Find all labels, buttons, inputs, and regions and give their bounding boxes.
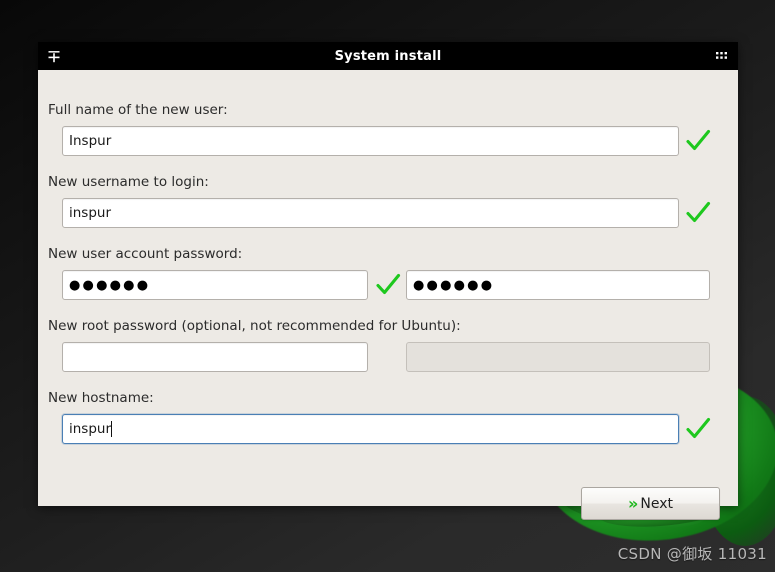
window-menu-icon[interactable] bbox=[42, 42, 66, 70]
input-full-name[interactable]: Inspur bbox=[62, 126, 679, 156]
text-caret bbox=[111, 421, 113, 437]
green-check-icon-user-password bbox=[375, 272, 401, 298]
label-root-password: New root password (optional, not recomme… bbox=[48, 318, 461, 334]
green-check-icon-new-username bbox=[685, 200, 711, 226]
input-full-name-value: Inspur bbox=[69, 133, 112, 149]
dialog-body: Full name of the new user: Inspur New us… bbox=[38, 70, 738, 520]
watermark-text: CSDN @御坂 11031 bbox=[617, 545, 767, 563]
input-root-password-confirm[interactable] bbox=[406, 342, 710, 372]
input-user-password-confirm[interactable]: ●●●●●● bbox=[406, 270, 710, 300]
input-hostname-value: inspur bbox=[69, 421, 112, 437]
input-new-username-value: inspur bbox=[69, 205, 112, 221]
next-button[interactable]: » Next bbox=[581, 487, 720, 520]
next-button-label: Next bbox=[640, 495, 673, 512]
label-user-password: New user account password: bbox=[48, 246, 243, 262]
green-check-icon-full-name bbox=[685, 128, 711, 154]
dots-grid-icon[interactable] bbox=[710, 42, 734, 70]
input-user-password[interactable]: ●●●●●● bbox=[62, 270, 368, 300]
dialog-titlebar[interactable]: System install bbox=[38, 42, 738, 70]
label-new-username: New username to login: bbox=[48, 174, 209, 190]
input-hostname[interactable]: inspur bbox=[62, 414, 679, 444]
dialog-title: System install bbox=[334, 48, 442, 64]
input-root-password[interactable] bbox=[62, 342, 368, 372]
label-full-name: Full name of the new user: bbox=[48, 102, 228, 118]
label-hostname: New hostname: bbox=[48, 390, 154, 406]
system-install-dialog: System install Full name of the new user… bbox=[38, 42, 738, 520]
input-user-password-confirm-value: ●●●●●● bbox=[413, 277, 495, 293]
double-chevron-right-icon: » bbox=[628, 493, 638, 513]
green-check-icon-hostname bbox=[685, 416, 711, 442]
input-user-password-value: ●●●●●● bbox=[69, 277, 151, 293]
input-new-username[interactable]: inspur bbox=[62, 198, 679, 228]
desktop-background: System install Full name of the new user… bbox=[0, 0, 775, 572]
